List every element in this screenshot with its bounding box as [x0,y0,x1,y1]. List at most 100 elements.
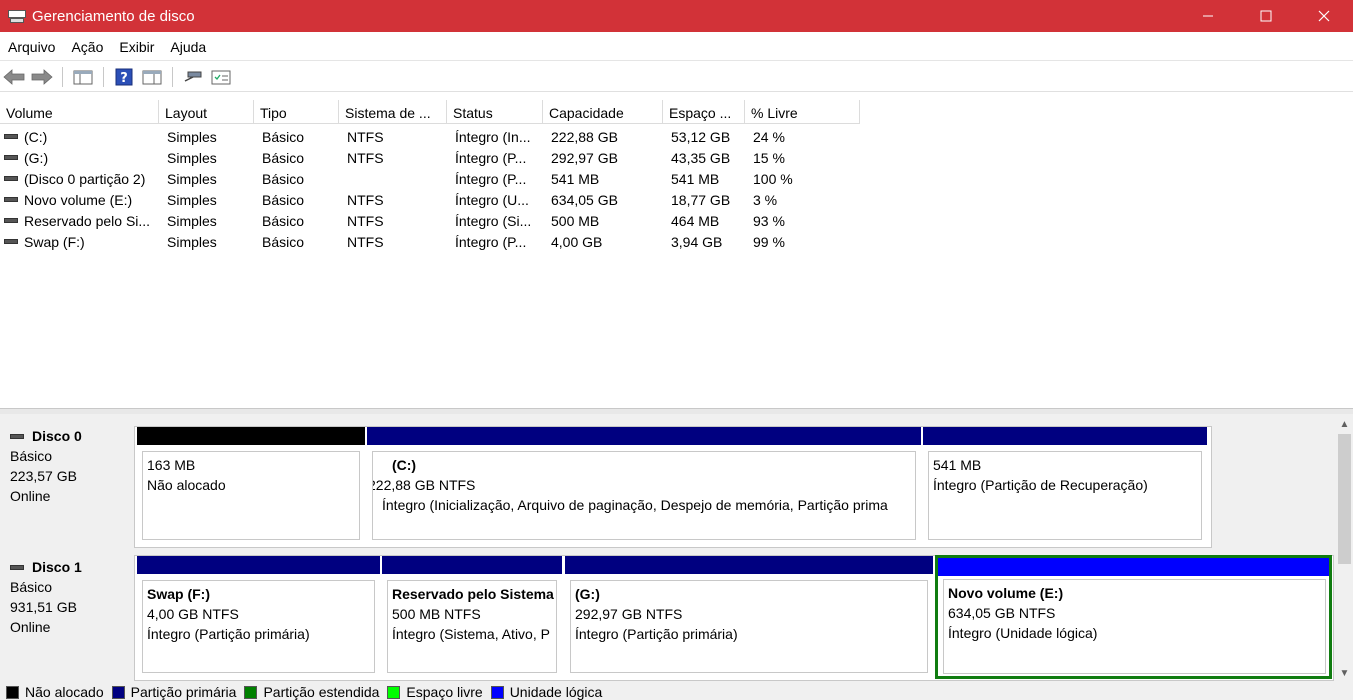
cell-text: 3,94 GB [671,233,723,250]
partition-c[interactable]: (C:) 222,88 GB NTFS Íntegro (Inicializaç… [367,427,921,545]
volume-icon [4,239,18,245]
table-cell: Simples [159,234,254,250]
console-tree-button[interactable] [69,65,97,89]
table-cell: 3 % [745,192,860,208]
partition-color-bar [137,556,380,574]
menu-arquivo[interactable]: Arquivo [0,39,63,55]
table-cell: Simples [159,150,254,166]
forward-arrow-icon [31,68,53,85]
partition-size: 4,00 GB NTFS [147,606,239,622]
maximize-button[interactable] [1237,0,1295,32]
legend-swatch-blue [490,685,504,699]
partition-e-selected[interactable]: Novo volume (E:) 634,05 GB NTFS Íntegro … [935,555,1332,679]
help-button[interactable]: ? [110,65,138,89]
partition-name: Reservado pelo Sistema [392,586,554,602]
partition-name: Swap (F:) [147,586,210,602]
table-cell: Simples [159,213,254,229]
disk-graphical-view: Disco 0 Básico 223,57 GB Online 163 MB N… [0,414,1353,684]
disk-type: Básico [10,448,53,464]
column-header-status[interactable]: Status [447,100,543,124]
menu-ajuda[interactable]: Ajuda [162,39,214,55]
column-header-espaco[interactable]: Espaço ... [663,100,745,124]
legend-swatch-navy [111,685,125,699]
partition-body: 541 MB Íntegro (Partição de Recuperação) [928,451,1202,540]
table-cell: Básico [254,213,339,229]
forward-button[interactable] [28,65,56,89]
volume-list: Volume Layout Tipo Sistema de ... Status… [0,100,1353,400]
cell-text: 18,77 GB [671,191,731,208]
cell-text: Reservado pelo Si... [24,212,151,229]
disk-icon [10,433,24,439]
menu-exibir[interactable]: Exibir [111,39,162,55]
partition-swap[interactable]: Swap (F:) 4,00 GB NTFS Íntegro (Partição… [137,556,380,678]
column-header-volume[interactable]: Volume [0,100,159,124]
table-row[interactable]: Swap (F:) Simples Básico NTFS Íntegro (P... 4… [0,231,860,252]
svg-text:?: ? [120,71,128,86]
connect-button[interactable] [179,65,207,89]
menu-acao[interactable]: Ação [63,39,111,55]
cell-text: 4,00 GB [551,233,603,250]
back-arrow-icon [3,68,25,85]
table-row[interactable]: (G:) Simples Básico NTFS Íntegro (P... 292,97… [0,147,860,168]
table-row[interactable]: Novo volume (E:) Simples Básico NTFS Íntegro… [0,189,860,210]
table-cell: 500 MB [543,213,663,229]
partition-g[interactable]: (G:) 292,97 GB NTFS Íntegro (Partição pr… [565,556,933,678]
disk-state: Online [10,619,51,635]
table-cell: Básico [254,192,339,208]
cell-text: Simples [167,149,217,166]
table-cell: NTFS [339,234,447,250]
column-header-sistema[interactable]: Sistema de ... [339,100,447,124]
column-header-layout[interactable]: Layout [159,100,254,124]
legend-swatch-green [244,685,258,699]
cell-text: Básico [262,149,305,166]
partition-body: (C:) 222,88 GB NTFS Íntegro (Inicializaç… [372,451,916,540]
table-cell: Básico [254,150,339,166]
table-cell: 24 % [745,129,860,145]
cell-text: 93 % [753,212,785,229]
table-row[interactable]: Reservado pelo Si... Simples Básico NTFS Ínt… [0,210,860,231]
table-cell: Simples [159,171,254,187]
partition-reserved[interactable]: Reservado pelo Sistema 500 MB NTFS Ínteg… [382,556,562,678]
table-cell: Simples [159,192,254,208]
legend-swatch-lime [387,685,401,699]
table-cell: 464 MB [663,213,745,229]
partition-status: Íntegro (Inicialização, Arquivo de pagin… [382,497,888,513]
partition-size: 500 MB NTFS [392,606,481,622]
scrollbar-thumb[interactable] [1338,434,1351,564]
toolbar: ? [0,62,1353,92]
table-cell: Íntegro (Si... [447,213,543,229]
minimize-button[interactable] [1179,0,1237,32]
legend-item: Não alocado [6,684,104,700]
cell-text: Íntegro (U... [455,191,529,208]
partition-size: 634,05 GB NTFS [948,605,1056,621]
cell-text: Swap (F:) [24,233,85,250]
back-button[interactable] [0,65,28,89]
table-row[interactable]: (Disco 0 partição 2) Simples Básico Íntegro… [0,168,860,189]
legend-swatch-black [6,685,19,699]
volume-name-cell: (Disco 0 partição 2) [0,171,159,187]
disk-icon [10,564,24,570]
cell-text: 541 MB [551,170,600,187]
minimize-icon [1203,15,1213,17]
settings-button[interactable] [207,65,235,89]
column-header-livre[interactable]: % Livre [745,100,860,124]
vertical-scrollbar[interactable]: ▲ ▼ [1336,414,1353,684]
disk-0-label[interactable]: Disco 0 Básico 223,57 GB Online [0,426,134,546]
close-button[interactable] [1295,0,1353,32]
disk-1-label[interactable]: Disco 1 Básico 931,51 GB Online [0,557,134,679]
properties-button[interactable] [138,65,166,89]
cell-text: 541 MB [671,170,720,187]
column-header-capacidade[interactable]: Capacidade [543,100,663,124]
partition-status: Íntegro (Partição primária) [575,626,738,642]
volume-icon [4,218,18,224]
cell-text: Básico [262,233,305,250]
table-row[interactable]: (C:) Simples Básico NTFS Íntegro (In... 222,8… [0,126,860,147]
scroll-up-icon[interactable]: ▲ [1336,416,1353,433]
disk-management-icon [8,8,26,24]
column-header-tipo[interactable]: Tipo [254,100,339,124]
partition-unallocated[interactable]: 163 MB Não alocado [137,427,365,545]
table-cell: NTFS [339,192,447,208]
partition-recovery[interactable]: 541 MB Íntegro (Partição de Recuperação) [923,427,1207,545]
volume-name-cell: Swap (F:) [0,234,159,250]
scroll-down-icon[interactable]: ▼ [1336,665,1353,682]
